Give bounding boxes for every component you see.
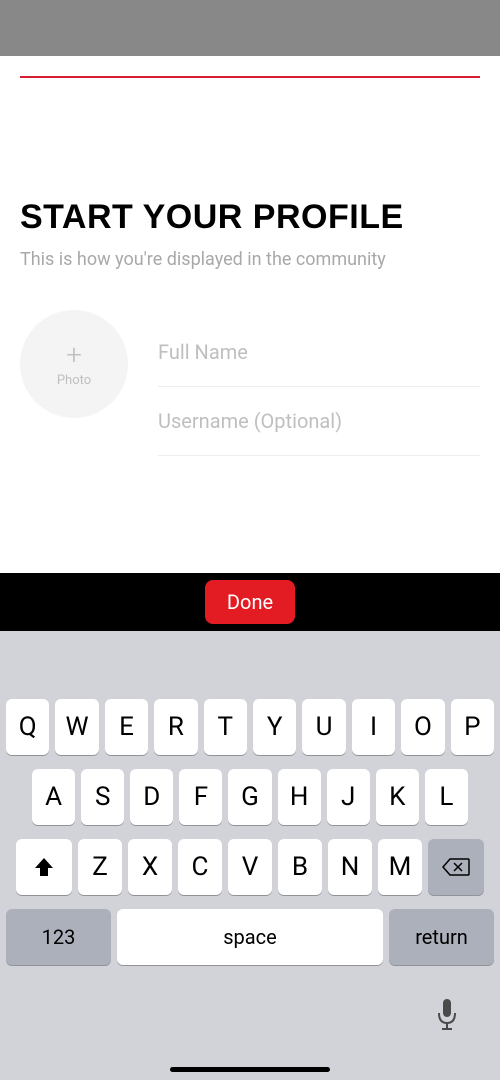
key-k[interactable]: K	[376, 769, 419, 825]
key-u[interactable]: U	[302, 699, 345, 755]
key-h[interactable]: H	[278, 769, 321, 825]
home-indicator[interactable]	[170, 1067, 330, 1072]
done-button[interactable]: Done	[205, 580, 295, 624]
delete-icon	[442, 857, 470, 877]
add-photo-button[interactable]: + Photo	[20, 310, 128, 418]
key-b[interactable]: B	[278, 839, 322, 895]
dictation-button[interactable]	[434, 997, 460, 1033]
fullname-input[interactable]	[158, 318, 480, 387]
key-f[interactable]: F	[179, 769, 222, 825]
status-bar	[0, 0, 500, 56]
page-title: START YOUR PROFILE	[20, 198, 480, 237]
key-q[interactable]: Q	[6, 699, 49, 755]
mic-area	[0, 979, 500, 1033]
profile-form: + Photo	[0, 270, 500, 456]
numbers-key[interactable]: 123	[6, 909, 111, 965]
delete-key[interactable]	[428, 839, 484, 895]
key-m[interactable]: M	[378, 839, 422, 895]
keyboard-accessory-bar: Done	[0, 573, 500, 631]
virtual-keyboard: Q W E R T Y U I O P A S D F G H J K L Z …	[0, 631, 500, 1080]
key-a[interactable]: A	[32, 769, 75, 825]
key-d[interactable]: D	[130, 769, 173, 825]
key-i[interactable]: I	[352, 699, 395, 755]
key-l[interactable]: L	[425, 769, 468, 825]
return-key[interactable]: return	[389, 909, 494, 965]
key-s[interactable]: S	[81, 769, 124, 825]
key-c[interactable]: C	[178, 839, 222, 895]
key-w[interactable]: W	[55, 699, 98, 755]
shift-icon	[33, 856, 55, 878]
shift-key[interactable]	[16, 839, 72, 895]
key-o[interactable]: O	[401, 699, 444, 755]
key-y[interactable]: Y	[253, 699, 296, 755]
key-g[interactable]: G	[228, 769, 271, 825]
key-r[interactable]: R	[154, 699, 197, 755]
username-input[interactable]	[158, 387, 480, 456]
plus-icon: +	[66, 341, 82, 369]
key-j[interactable]: J	[327, 769, 370, 825]
input-fields	[158, 310, 480, 456]
key-e[interactable]: E	[105, 699, 148, 755]
space-key[interactable]: space	[117, 909, 383, 965]
keyboard-row-3: Z X C V B N M	[0, 839, 500, 895]
keyboard-row-1: Q W E R T Y U I O P	[0, 699, 500, 755]
key-x[interactable]: X	[128, 839, 172, 895]
content-area: START YOUR PROFILE This is how you're di…	[0, 78, 500, 270]
keyboard-row-2: A S D F G H J K L	[0, 769, 500, 825]
key-n[interactable]: N	[328, 839, 372, 895]
page-subtitle: This is how you're displayed in the comm…	[20, 249, 480, 270]
key-p[interactable]: P	[451, 699, 494, 755]
key-v[interactable]: V	[228, 839, 272, 895]
keyboard-row-4: 123 space return	[0, 909, 500, 965]
key-z[interactable]: Z	[78, 839, 122, 895]
key-t[interactable]: T	[204, 699, 247, 755]
photo-label: Photo	[57, 373, 91, 388]
